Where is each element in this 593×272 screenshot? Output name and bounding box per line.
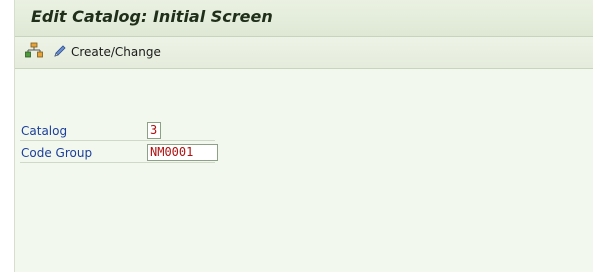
code-group-label: Code Group bbox=[21, 146, 93, 160]
code-group-row: Code Group NM0001 bbox=[15, 142, 218, 163]
code-group-input[interactable]: NM0001 bbox=[147, 144, 218, 161]
create-change-label: Create/Change bbox=[71, 45, 161, 59]
catalog-label: Catalog bbox=[21, 124, 68, 138]
sap-window: Edit Catalog: Initial Screen Create/Chan… bbox=[14, 0, 593, 272]
page-title: Edit Catalog: Initial Screen bbox=[31, 7, 273, 26]
pencil-icon bbox=[53, 43, 67, 62]
catalog-row: Catalog 3 bbox=[15, 120, 215, 141]
create-change-button[interactable]: Create/Change bbox=[53, 42, 161, 62]
catalog-input[interactable]: 3 bbox=[147, 122, 161, 139]
hierarchy-button[interactable] bbox=[25, 42, 45, 62]
title-bar: Edit Catalog: Initial Screen bbox=[15, 0, 593, 37]
hierarchy-tree-icon bbox=[25, 42, 43, 62]
application-toolbar: Create/Change bbox=[15, 37, 593, 69]
